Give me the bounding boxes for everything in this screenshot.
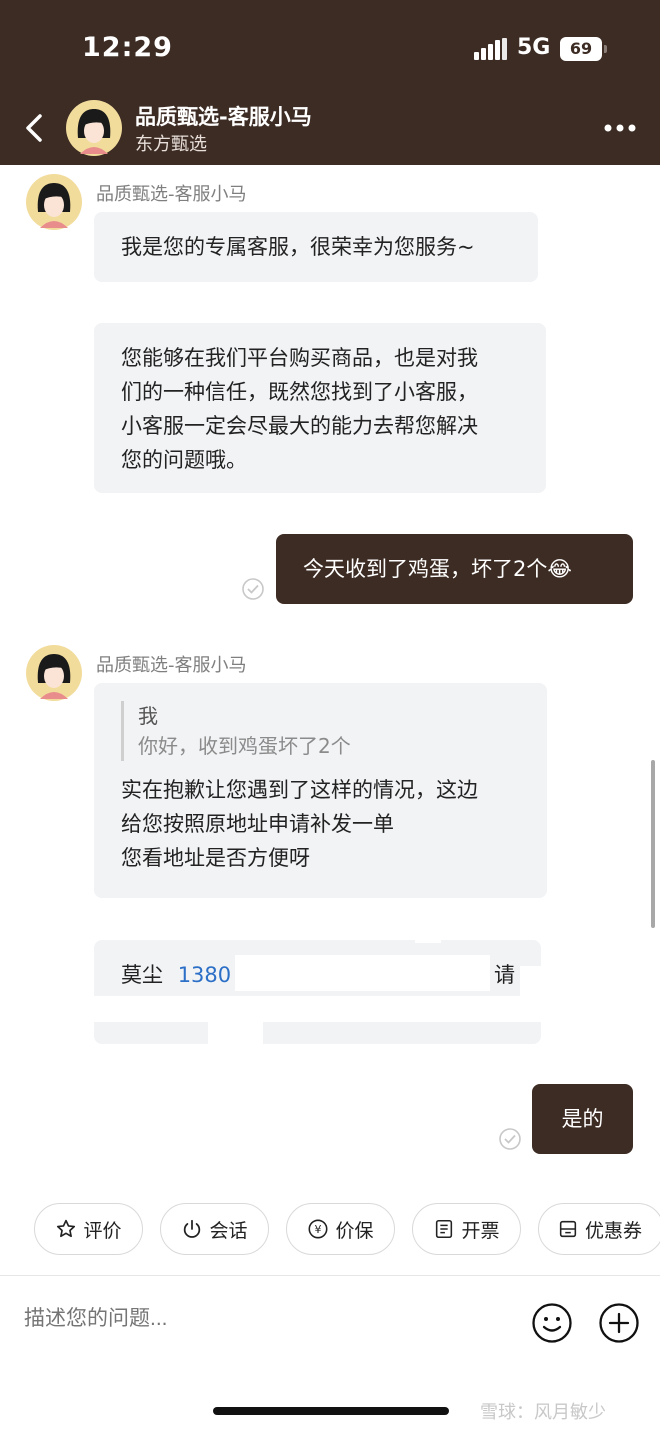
- agent-avatar[interactable]: [66, 100, 122, 156]
- rate-button[interactable]: 评价: [34, 1203, 143, 1255]
- chip-label: 评价: [83, 1219, 122, 1242]
- battery-icon: 69: [560, 37, 607, 61]
- add-icon[interactable]: [598, 1302, 640, 1344]
- message-fragment: 请: [494, 963, 515, 987]
- chip-label: 价保: [335, 1219, 374, 1242]
- message-bubble[interactable]: 我 你好，收到鸡蛋坏了2个 实在抱歉让您遇到了这样的情况，这边 给您按照原地址申…: [94, 683, 547, 898]
- chip-label: 开票: [461, 1219, 500, 1242]
- message-input[interactable]: [24, 1307, 504, 1331]
- read-check-icon: [241, 577, 265, 601]
- quoted-text: 你好，收到鸡蛋坏了2个: [138, 734, 351, 758]
- message-line: 实在抱歉让您遇到了这样的情况，这边: [121, 778, 478, 802]
- coupon-button[interactable]: 优惠券: [538, 1203, 660, 1255]
- message-text: 今天收到了鸡蛋，坏了2个😂: [303, 557, 572, 581]
- chip-label: 会话: [209, 1219, 248, 1242]
- quoted-message: 我 你好，收到鸡蛋坏了2个: [121, 701, 520, 761]
- chat-subtitle: 东方甄选: [135, 134, 207, 155]
- message-text: 我是您的专属客服，很荣幸为您服务~: [121, 235, 475, 259]
- chat-title: 品质甄选-客服小马: [135, 105, 312, 129]
- invoice-icon: [436, 1219, 453, 1239]
- message-line: 您能够在我们平台购买商品，也是对我: [121, 346, 478, 370]
- sender-name: 品质甄选-客服小马: [96, 184, 247, 205]
- contact-name: 莫尘: [121, 963, 163, 987]
- read-check-icon: [498, 1127, 522, 1151]
- message-line: 您的问题哦。: [121, 448, 247, 472]
- session-button[interactable]: 会话: [160, 1203, 269, 1255]
- agent-avatar[interactable]: [26, 645, 82, 701]
- signal-icon: [474, 38, 508, 60]
- watermark: 雪球：风月敏少: [480, 1402, 606, 1423]
- redaction-block: [520, 966, 546, 1022]
- chip-label: 优惠券: [585, 1219, 643, 1242]
- scrollbar[interactable]: [651, 760, 655, 928]
- message-line: 您看地址是否方便呀: [121, 846, 310, 870]
- message-line: 们的一种信任，既然您找到了小客服，: [121, 380, 478, 404]
- home-indicator[interactable]: [213, 1407, 449, 1415]
- emoji-icon[interactable]: [531, 1302, 573, 1344]
- invoice-button[interactable]: 开票: [412, 1203, 521, 1255]
- quick-actions-bar: 评价 会话 ¥ 价保 开票 优惠券: [0, 1203, 660, 1265]
- back-icon[interactable]: [18, 108, 54, 148]
- redaction-block: [235, 955, 490, 991]
- coupon-icon: [559, 1220, 577, 1238]
- redaction-block: [208, 1020, 263, 1044]
- message-text: 是的: [561, 1107, 604, 1131]
- status-time: 12:29: [82, 32, 173, 63]
- star-icon: [57, 1219, 76, 1238]
- outgoing-message-bubble[interactable]: 是的: [532, 1084, 633, 1154]
- network-type: 5G: [517, 35, 551, 60]
- outgoing-message-bubble[interactable]: 今天收到了鸡蛋，坏了2个😂: [276, 534, 633, 604]
- message-line: 小客服一定会尽最大的能力去帮您解决: [121, 414, 478, 438]
- redaction-block: [94, 996, 540, 1022]
- agent-avatar[interactable]: [26, 174, 82, 230]
- chat-header: 12:29 5G 69 品质甄选-客服小马 东方甄选: [0, 0, 660, 165]
- quoted-sender: 我: [138, 704, 158, 728]
- more-options-icon[interactable]: [602, 116, 638, 140]
- redaction-block: [415, 917, 441, 943]
- divider: [0, 1275, 660, 1276]
- contact-phone[interactable]: 1380: [178, 963, 231, 987]
- sender-name: 品质甄选-客服小马: [96, 655, 247, 676]
- power-icon: [184, 1219, 201, 1238]
- message-bubble[interactable]: 您能够在我们平台购买商品，也是对我 们的一种信任，既然您找到了小客服， 小客服一…: [94, 323, 546, 493]
- price-protect-button[interactable]: ¥ 价保: [286, 1203, 395, 1255]
- svg-text:¥: ¥: [315, 1223, 322, 1236]
- message-line: 给您按照原地址申请补发一单: [121, 812, 394, 836]
- message-bubble[interactable]: 我是您的专属客服，很荣幸为您服务~: [94, 212, 538, 282]
- price-protect-icon: ¥: [308, 1219, 328, 1239]
